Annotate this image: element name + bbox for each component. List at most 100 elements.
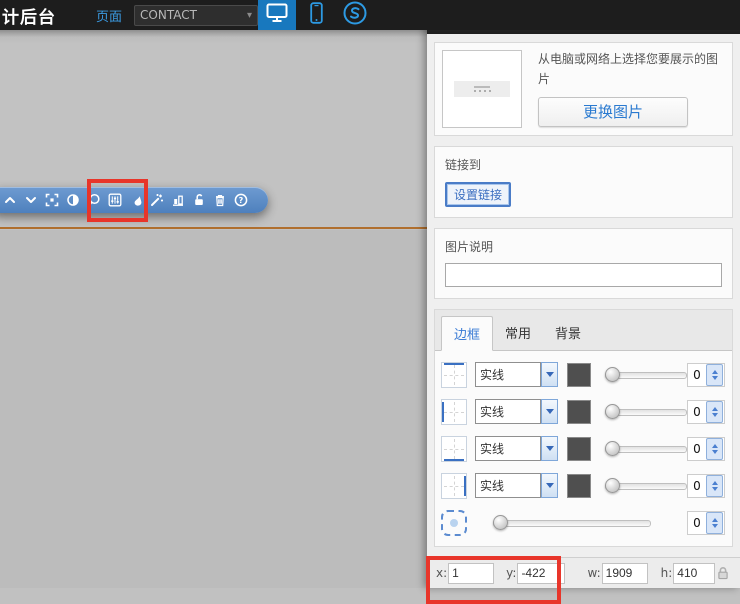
caption-input[interactable] bbox=[445, 263, 722, 287]
border-color-swatch[interactable] bbox=[567, 362, 591, 387]
slider-knob[interactable] bbox=[605, 367, 620, 382]
lock-icon[interactable] bbox=[715, 565, 731, 581]
position-status-bar: x: y: w: h: bbox=[427, 557, 740, 588]
mobile-view-button[interactable] bbox=[302, 0, 330, 30]
border-width-spinner: 0 bbox=[687, 362, 725, 387]
border-style-select[interactable]: 实线 bbox=[475, 362, 541, 387]
link-section: 链接到 设置链接 bbox=[434, 146, 733, 218]
corner-radius-icon[interactable] bbox=[441, 509, 467, 536]
border-color-swatch[interactable] bbox=[567, 399, 591, 424]
image-settings-panel: 图片设置 × 从电脑或网络上选择您要展示的图片 更换图片 链接到 设置链接 图片… bbox=[427, 0, 740, 588]
thumbnail-preview bbox=[454, 81, 510, 97]
move-down-icon[interactable] bbox=[23, 192, 39, 208]
chevron-down-icon bbox=[545, 446, 554, 451]
layer-order-icon[interactable] bbox=[170, 192, 186, 208]
contrast-icon[interactable] bbox=[65, 192, 81, 208]
spin-down-icon[interactable] bbox=[711, 523, 718, 528]
border-style-select[interactable]: 实线 bbox=[475, 473, 541, 498]
slider-knob[interactable] bbox=[493, 515, 508, 530]
border-style-select[interactable]: 实线 bbox=[475, 436, 541, 461]
trash-icon[interactable] bbox=[212, 192, 228, 208]
chevron-down-icon: ▾ bbox=[246, 9, 253, 21]
slider-knob[interactable] bbox=[605, 441, 620, 456]
desktop-view-button[interactable] bbox=[258, 0, 297, 30]
spin-up-icon[interactable] bbox=[711, 406, 718, 411]
spin-up-icon[interactable] bbox=[711, 369, 718, 374]
select-dropdown-button[interactable] bbox=[541, 399, 558, 424]
border-color-swatch[interactable] bbox=[567, 473, 591, 498]
tab-border[interactable]: 边框 bbox=[441, 316, 494, 351]
border-width-slider[interactable] bbox=[605, 478, 687, 493]
slider-knob[interactable] bbox=[605, 478, 620, 493]
magic-wand-icon[interactable] bbox=[149, 192, 165, 208]
select-dropdown-button[interactable] bbox=[541, 436, 558, 461]
style-tabs: 边框 常用 背景 bbox=[435, 310, 732, 351]
tab-background[interactable]: 背景 bbox=[543, 316, 593, 350]
s-link-icon bbox=[342, 0, 368, 30]
desktop-monitor-icon bbox=[265, 2, 289, 28]
border-top-icon[interactable] bbox=[441, 361, 467, 388]
x-label: x: bbox=[436, 566, 448, 580]
border-row-right: 实线 0 bbox=[441, 471, 726, 500]
change-image-button[interactable]: 更换图片 bbox=[538, 96, 688, 127]
select-dropdown-button[interactable] bbox=[541, 362, 558, 387]
border-width-slider[interactable] bbox=[605, 367, 687, 382]
spin-down-icon[interactable] bbox=[711, 412, 718, 417]
page-selector[interactable]: CONTACT ▾ bbox=[134, 4, 259, 26]
h-input[interactable] bbox=[673, 562, 716, 584]
page-nav-link[interactable]: 页面 bbox=[96, 6, 122, 25]
move-up-icon[interactable] bbox=[2, 192, 18, 208]
paint-icon[interactable] bbox=[128, 192, 144, 208]
spin-up-icon[interactable] bbox=[711, 480, 718, 485]
border-style-select[interactable]: 实线 bbox=[475, 399, 541, 424]
border-bottom-icon[interactable] bbox=[441, 435, 467, 462]
svg-text:?: ? bbox=[239, 196, 244, 205]
h-label: h: bbox=[660, 566, 673, 580]
border-left-icon[interactable] bbox=[441, 398, 467, 425]
spinner-buttons[interactable] bbox=[706, 363, 723, 386]
spinner-buttons[interactable] bbox=[706, 474, 723, 497]
w-input[interactable] bbox=[601, 562, 648, 584]
pin-icon[interactable] bbox=[86, 192, 102, 208]
crop-icon[interactable] bbox=[44, 192, 60, 208]
design-canvas[interactable]: ? bbox=[0, 30, 427, 588]
border-width-spinner: 0 bbox=[687, 473, 725, 498]
guide-line bbox=[0, 227, 427, 229]
spinner-buttons[interactable] bbox=[706, 400, 723, 423]
link-to-label: 链接到 bbox=[445, 158, 482, 172]
corner-radius-slider[interactable] bbox=[493, 515, 651, 530]
spin-down-icon[interactable] bbox=[711, 375, 718, 380]
w-label: w: bbox=[587, 566, 601, 580]
select-dropdown-button[interactable] bbox=[541, 473, 558, 498]
spin-down-icon[interactable] bbox=[711, 486, 718, 491]
border-style-value: 实线 bbox=[480, 479, 505, 493]
adjust-sliders-icon[interactable] bbox=[107, 192, 123, 208]
set-link-button[interactable]: 设置链接 bbox=[445, 182, 512, 207]
app-title: 计后台 bbox=[2, 7, 56, 28]
border-width-slider[interactable] bbox=[605, 441, 687, 456]
x-input[interactable] bbox=[448, 562, 495, 584]
spinner-buttons[interactable] bbox=[706, 511, 723, 534]
border-color-swatch[interactable] bbox=[567, 436, 591, 461]
unlock-icon[interactable] bbox=[191, 192, 207, 208]
border-row-left: 实线 0 bbox=[441, 397, 726, 426]
border-width-slider[interactable] bbox=[605, 404, 687, 419]
border-width-spinner: 0 bbox=[687, 399, 725, 424]
border-style-value: 实线 bbox=[480, 405, 505, 419]
border-style-value: 实线 bbox=[480, 442, 505, 456]
spinner-buttons[interactable] bbox=[706, 437, 723, 460]
caption-section: 图片说明 bbox=[434, 228, 733, 299]
share-link-button[interactable] bbox=[338, 0, 372, 30]
tab-common[interactable]: 常用 bbox=[493, 316, 543, 350]
border-right-icon[interactable] bbox=[441, 472, 467, 499]
image-thumbnail[interactable] bbox=[442, 50, 522, 128]
y-input[interactable] bbox=[517, 562, 566, 584]
spin-up-icon[interactable] bbox=[711, 443, 718, 448]
slider-knob[interactable] bbox=[605, 404, 620, 419]
canvas-footer-region[interactable] bbox=[0, 230, 427, 588]
spin-down-icon[interactable] bbox=[711, 449, 718, 454]
spin-up-icon[interactable] bbox=[711, 517, 718, 522]
help-icon[interactable]: ? bbox=[233, 192, 249, 208]
border-row-bottom: 实线 0 bbox=[441, 434, 726, 463]
mobile-phone-icon bbox=[309, 2, 323, 28]
